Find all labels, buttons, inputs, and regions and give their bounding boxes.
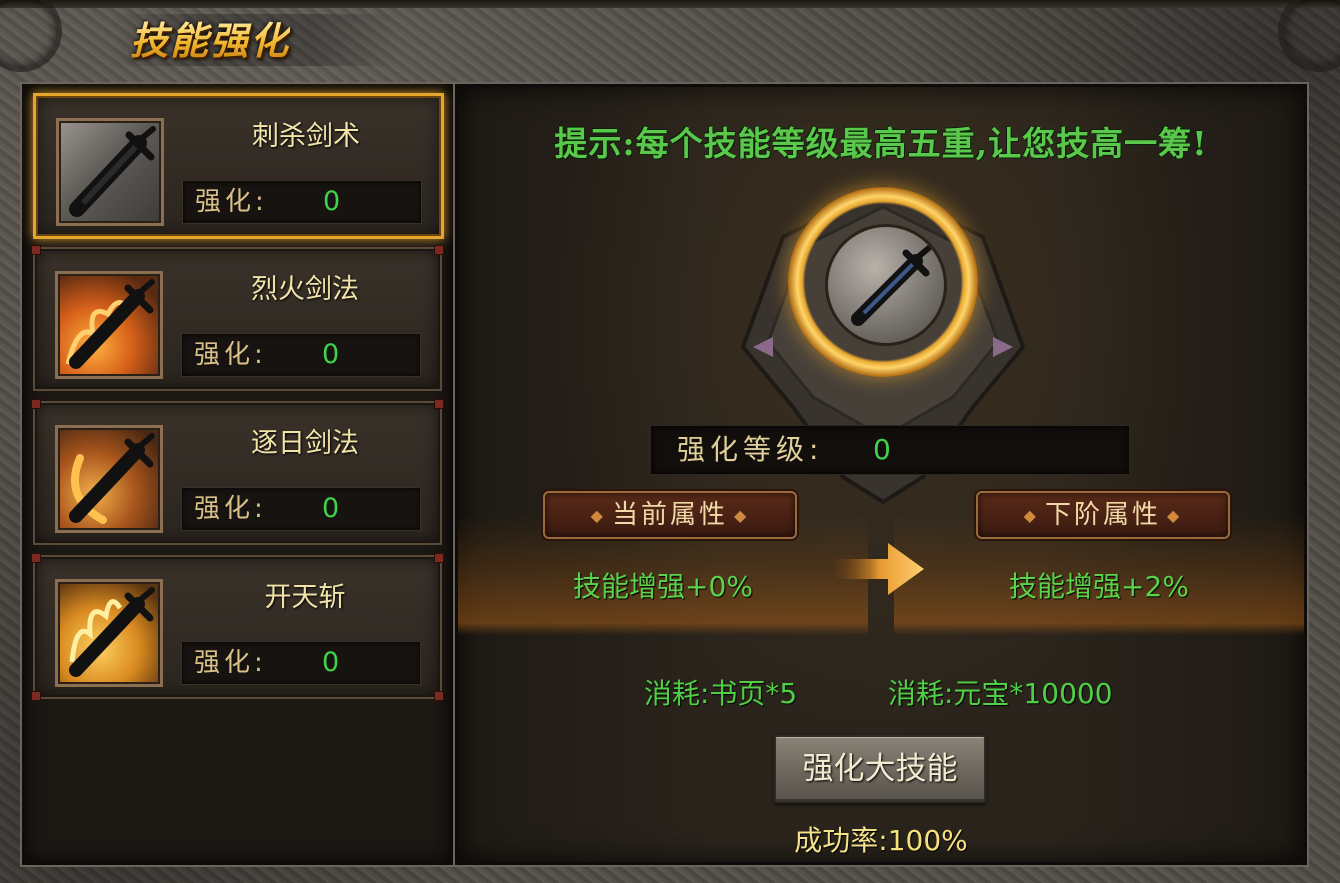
- skill-name: 逐日剑法: [251, 428, 359, 459]
- rivet: [434, 691, 444, 701]
- skill-name: 开天斩: [264, 582, 346, 613]
- enhance-level-label: 强化等级:: [677, 433, 824, 466]
- rivet: [31, 691, 41, 701]
- frame-top-strip: [0, 0, 1340, 8]
- rivet: [31, 553, 41, 563]
- success-rate-label: 成功率:: [794, 824, 888, 857]
- enhance-box: 强化: 0: [181, 641, 421, 685]
- cost-pages: 消耗:书页*5: [644, 677, 798, 710]
- enhance-level-value: 0: [873, 433, 891, 466]
- diamond-icon: ◆: [734, 506, 750, 525]
- diamond-icon: ◆: [1167, 506, 1183, 525]
- enhance-value: 0: [322, 647, 340, 678]
- enhance-box: 强化: 0: [182, 180, 422, 224]
- crescent-sword-icon: [55, 425, 163, 533]
- sword-icon: [56, 118, 164, 226]
- enhance-label: 强化:: [194, 340, 267, 370]
- skill-item-kaitian[interactable]: 开天斩 强化: 0: [31, 553, 444, 701]
- hint-text: 提示:每个技能等级最高五重,让您技高一筹!: [554, 124, 1208, 163]
- enhance-label: 强化:: [194, 648, 267, 678]
- fire-sword-icon: [55, 271, 163, 379]
- rivet: [31, 245, 41, 255]
- skill-item-cisha[interactable]: 刺杀剑术 强化: 0: [33, 93, 444, 239]
- next-attr-value: 技能增强+2%: [1009, 570, 1189, 603]
- skill-detail-panel: 提示:每个技能等级最高五重,让您技高一筹! 强化等级: 0 ◆ 当前属性 ◆ ◆ 下阶…: [455, 84, 1307, 865]
- diamond-icon: ◆: [590, 506, 606, 525]
- current-attr-header: ◆ 当前属性 ◆: [543, 491, 797, 539]
- enhance-value: 0: [322, 339, 340, 370]
- window-title: 技能强化: [130, 19, 291, 63]
- skill-list-panel: 刺杀剑术 强化: 0 烈火剑法 强化: 0 逐日剑法 强化: 0 开天斩 强化:…: [22, 84, 453, 865]
- enhance-skill-button[interactable]: 强化大技能: [774, 735, 986, 803]
- rivet: [434, 553, 444, 563]
- rivet: [434, 245, 444, 255]
- rivet: [31, 399, 41, 409]
- cost-ingots: 消耗:元宝*10000: [888, 677, 1113, 710]
- skill-name: 烈火剑法: [251, 274, 359, 305]
- enhance-value: 0: [323, 186, 341, 217]
- skill-item-liehuo[interactable]: 烈火剑法 强化: 0: [31, 245, 444, 391]
- enhance-label: 强化:: [195, 187, 268, 217]
- diamond-icon: ◆: [1023, 506, 1039, 525]
- sword-icon: [825, 224, 947, 346]
- success-rate-value: 100%: [887, 824, 968, 857]
- arrow-right-icon: [836, 543, 924, 595]
- success-rate: 成功率:100%: [458, 819, 1304, 859]
- flame-sword-icon: [55, 579, 163, 687]
- enhance-box: 强化: 0: [181, 487, 421, 531]
- skill-item-zhuri[interactable]: 逐日剑法 强化: 0: [31, 399, 444, 545]
- rivet: [434, 399, 444, 409]
- enhance-box: 强化: 0: [181, 333, 421, 377]
- next-attr-header: ◆ 下阶属性 ◆: [976, 491, 1230, 539]
- enhance-label: 强化:: [194, 494, 267, 524]
- current-attr-value: 技能增强+0%: [573, 570, 753, 603]
- enhance-level-box: 强化等级: 0: [650, 425, 1130, 475]
- skill-name: 刺杀剑术: [252, 121, 360, 152]
- enhance-value: 0: [322, 493, 340, 524]
